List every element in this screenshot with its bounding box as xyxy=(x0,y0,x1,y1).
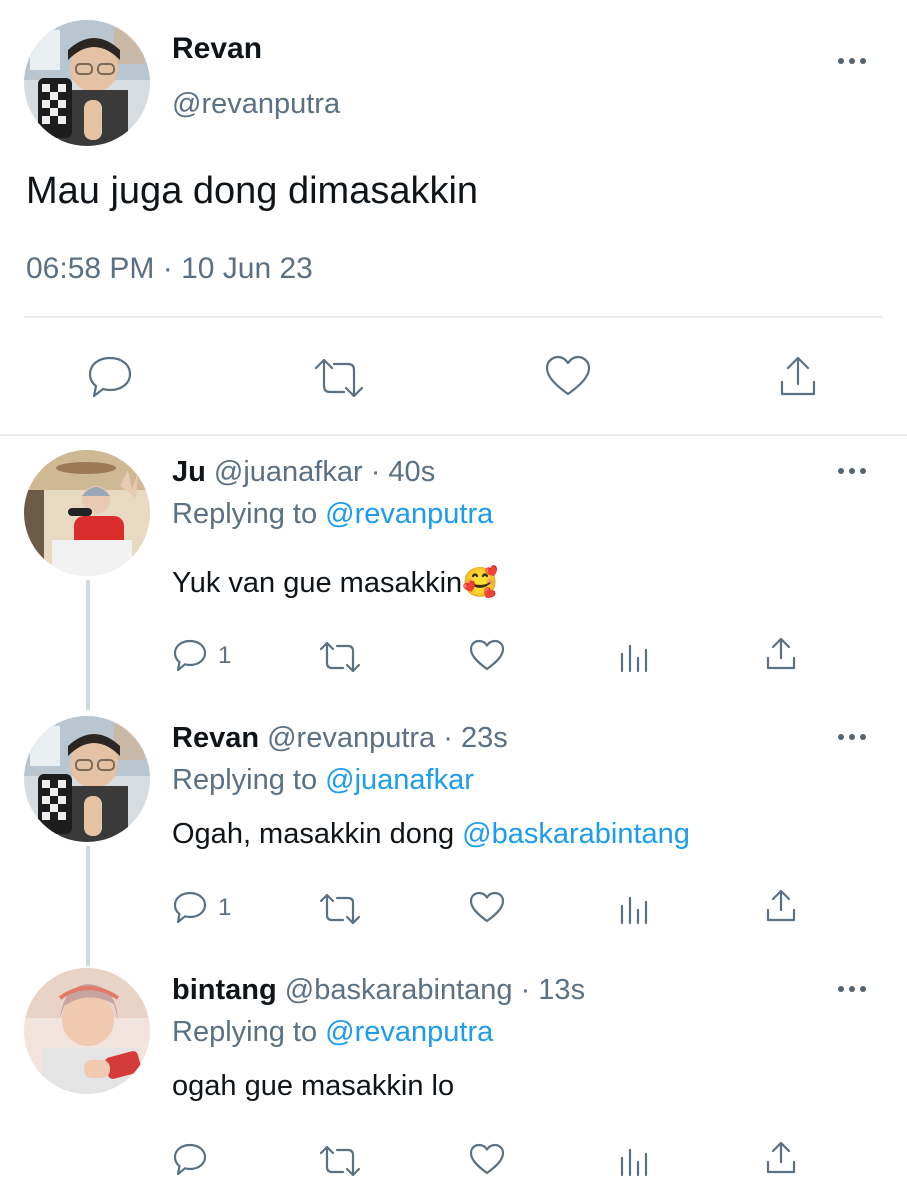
reply-time[interactable]: · 23s xyxy=(443,722,507,754)
replying-to-label: Replying to xyxy=(172,1016,318,1048)
reply-icon[interactable] xyxy=(86,354,134,400)
reply-text: Yuk van gue masakkin🥰 xyxy=(172,567,499,599)
like-icon[interactable] xyxy=(468,890,506,924)
author-name[interactable]: Revan xyxy=(172,32,262,66)
reply-count: 1 xyxy=(218,894,232,921)
more-options-icon[interactable] xyxy=(838,58,866,64)
more-options-icon[interactable] xyxy=(838,734,866,740)
reply-time[interactable]: · 13s xyxy=(521,974,585,1006)
replying-to: Replying to @juanafkar xyxy=(172,764,474,797)
retweet-icon[interactable] xyxy=(318,892,362,926)
like-icon[interactable] xyxy=(468,638,506,672)
more-options-icon[interactable] xyxy=(838,986,866,992)
retweet-icon[interactable] xyxy=(312,356,366,400)
mention-link[interactable]: @baskarabintang xyxy=(462,818,690,850)
avatar[interactable] xyxy=(24,968,150,1094)
section-divider xyxy=(0,434,907,436)
reply-header: Ju @juanafkar · 40s xyxy=(172,456,435,489)
author-name[interactable]: Ju xyxy=(172,456,206,488)
thread-line xyxy=(86,846,90,966)
author-name[interactable]: bintang xyxy=(172,974,277,1006)
author-handle[interactable]: @revanputra xyxy=(172,88,340,121)
author-handle[interactable]: @baskarabintang xyxy=(285,974,513,1006)
replying-to-mention[interactable]: @juanafkar xyxy=(325,764,474,796)
reply-text-body: Ogah, masakkin dong xyxy=(172,818,463,850)
retweet-icon[interactable] xyxy=(318,640,362,674)
reply-text: Ogah, masakkin dong @baskarabintang xyxy=(172,818,690,851)
reply-header: Revan @revanputra · 23s xyxy=(172,722,508,755)
replying-to-mention[interactable]: @revanputra xyxy=(325,1016,493,1048)
share-icon[interactable] xyxy=(776,354,820,400)
reply-time[interactable]: · 40s xyxy=(371,456,435,488)
replying-to-label: Replying to xyxy=(172,498,318,530)
more-options-icon[interactable] xyxy=(838,468,866,474)
reply-icon[interactable] xyxy=(172,1142,208,1178)
analytics-icon[interactable] xyxy=(618,890,652,926)
thread-line xyxy=(86,580,90,710)
analytics-icon[interactable] xyxy=(618,1142,652,1178)
reply-text: ogah gue masakkin lo xyxy=(172,1070,455,1102)
author-name[interactable]: Revan xyxy=(172,722,259,754)
tweet-text: Mau juga dong dimasakkin xyxy=(26,170,479,212)
share-icon[interactable] xyxy=(764,636,798,672)
share-icon[interactable] xyxy=(764,888,798,924)
reply-icon[interactable] xyxy=(172,890,208,926)
avatar[interactable] xyxy=(24,716,150,842)
author-handle[interactable]: @juanafkar xyxy=(214,456,363,488)
retweet-icon[interactable] xyxy=(318,1144,362,1178)
avatar[interactable] xyxy=(24,20,150,146)
replying-to: Replying to @revanputra xyxy=(172,498,493,531)
reply-icon[interactable] xyxy=(172,638,208,674)
replying-to-label: Replying to xyxy=(172,764,318,796)
analytics-icon[interactable] xyxy=(618,638,652,674)
reply-header: bintang @baskarabintang · 13s xyxy=(172,974,585,1007)
reply-count: 1 xyxy=(218,642,232,669)
share-icon[interactable] xyxy=(764,1140,798,1176)
author-handle[interactable]: @revanputra xyxy=(267,722,435,754)
divider xyxy=(24,316,882,318)
like-icon[interactable] xyxy=(544,354,592,398)
replying-to-mention[interactable]: @revanputra xyxy=(325,498,493,530)
like-icon[interactable] xyxy=(468,1142,506,1176)
tweet-timestamp[interactable]: 06:58 PM · 10 Jun 23 xyxy=(26,252,313,286)
avatar[interactable] xyxy=(24,450,150,576)
replying-to: Replying to @revanputra xyxy=(172,1016,493,1049)
